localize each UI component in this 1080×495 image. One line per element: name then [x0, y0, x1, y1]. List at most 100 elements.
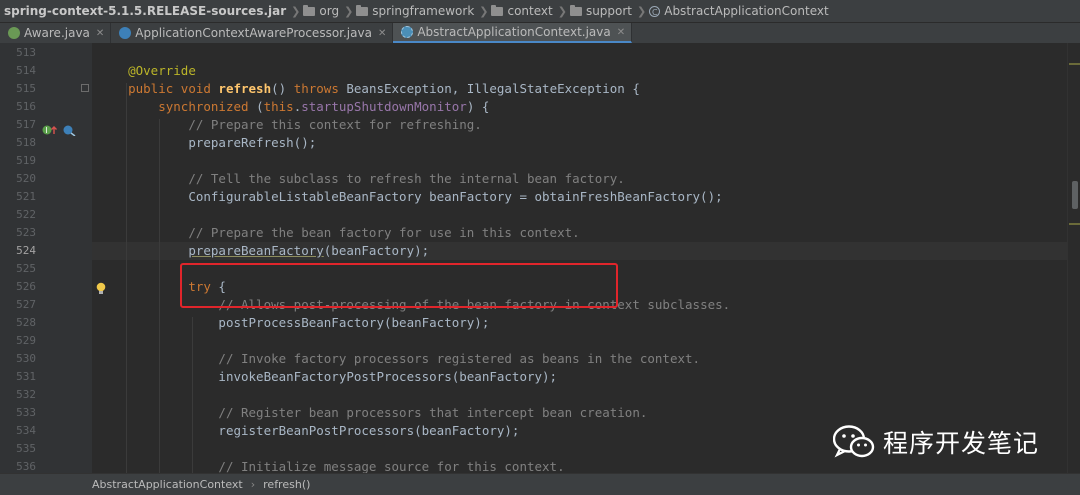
code-line[interactable]: // Prepare the bean factory for use in t…: [92, 224, 580, 242]
overridden-method-icon[interactable]: [62, 124, 76, 136]
breadcrumb-item-jar[interactable]: spring-context-5.1.5.RELEASE-sources.jar: [4, 4, 286, 18]
lightbulb-icon[interactable]: [96, 282, 106, 296]
line-number[interactable]: 526: [0, 278, 36, 296]
code-line[interactable]: invokeBeanFactoryPostProcessors(beanFact…: [92, 368, 557, 386]
line-number[interactable]: 518: [0, 134, 36, 152]
overrides-arrow-icon[interactable]: I: [42, 124, 60, 136]
svg-text:I: I: [45, 126, 47, 135]
code-line[interactable]: [92, 152, 98, 170]
line-number-gutter[interactable]: 513 514 515 516 517 518 519 520 521 522 523 524 525 5…: [0, 43, 92, 473]
code-line[interactable]: synchronized (this.startupShutdownMonito…: [92, 98, 489, 116]
line-number[interactable]: 514: [0, 62, 36, 80]
line-number[interactable]: 533: [0, 404, 36, 422]
status-method-name[interactable]: refresh(): [263, 478, 310, 491]
code-line[interactable]: prepareBeanFactory(beanFactory);: [92, 242, 1067, 260]
code-line[interactable]: [92, 260, 98, 278]
close-icon[interactable]: ✕: [617, 27, 625, 38]
line-number[interactable]: 527: [0, 296, 36, 314]
abstract-class-icon: [401, 26, 414, 38]
breadcrumb-separator-icon: ❯: [637, 4, 647, 18]
tab-applicationcontextawareprocessor-java[interactable]: ApplicationContextAwareProcessor.java ✕: [111, 23, 394, 43]
code-token: startupShutdownMonitor: [301, 99, 467, 114]
code-token: prepareRefresh();: [188, 135, 317, 150]
fold-marker-icon[interactable]: [81, 84, 89, 92]
line-number[interactable]: 528: [0, 314, 36, 332]
code-token: ConfigurableListableBeanFactory beanFact…: [188, 189, 723, 204]
breadcrumb: spring-context-5.1.5.RELEASE-sources.jar…: [0, 0, 1080, 23]
code-line[interactable]: [92, 386, 98, 404]
code-line[interactable]: // Register bean processors that interce…: [92, 404, 647, 422]
breadcrumb-item-support[interactable]: support: [569, 4, 633, 18]
line-number[interactable]: 520: [0, 170, 36, 188]
code-line[interactable]: public void refresh() throws BeansExcept…: [92, 80, 640, 98]
line-number[interactable]: 515: [0, 80, 36, 98]
line-number[interactable]: 522: [0, 206, 36, 224]
breadcrumb-separator-icon: ❯: [479, 4, 489, 18]
breadcrumb-item-org[interactable]: org: [303, 4, 339, 18]
breadcrumb-item-springframework[interactable]: springframework: [356, 4, 474, 18]
code-token: // Initialize message source for this co…: [218, 459, 565, 473]
code-line[interactable]: @Override: [92, 62, 196, 80]
code-line[interactable]: // Invoke factory processors registered …: [92, 350, 700, 368]
code-area[interactable]: @Override public void refresh() throws B…: [92, 43, 1067, 473]
code-line[interactable]: [92, 206, 98, 224]
line-number[interactable]: 513: [0, 44, 36, 62]
folder-icon: [303, 4, 316, 16]
scrollbar-thumb[interactable]: [1072, 181, 1078, 209]
gutter-markers: I: [42, 124, 76, 136]
code-line[interactable]: registerBeanPostProcessors(beanFactory);: [92, 422, 519, 440]
folder-icon: [491, 4, 504, 16]
code-editor[interactable]: 513 514 515 516 517 518 519 520 521 522 523 524 525 5…: [0, 43, 1080, 473]
code-token: (): [271, 81, 294, 96]
line-number[interactable]: 535: [0, 440, 36, 458]
code-token: prepareBeanFactory: [188, 243, 324, 258]
close-icon[interactable]: ✕: [378, 28, 386, 39]
line-number[interactable]: 516: [0, 98, 36, 116]
line-number[interactable]: 531: [0, 368, 36, 386]
line-number[interactable]: 519: [0, 152, 36, 170]
code-token: @Override: [128, 63, 196, 78]
warning-marker[interactable]: [1069, 63, 1080, 65]
breadcrumb-item-class[interactable]: C AbstractApplicationContext: [649, 4, 829, 18]
breadcrumb-item-context[interactable]: context: [491, 4, 553, 18]
tab-label: Aware.java: [24, 26, 90, 40]
close-icon[interactable]: ✕: [96, 28, 104, 39]
code-line[interactable]: postProcessBeanFactory(beanFactory);: [92, 314, 489, 332]
code-line[interactable]: [92, 440, 98, 458]
code-token: refresh: [218, 81, 272, 96]
code-line[interactable]: // Initialize message source for this co…: [92, 458, 565, 473]
code-line[interactable]: ConfigurableListableBeanFactory beanFact…: [92, 188, 723, 206]
indent-guide: [126, 83, 127, 473]
tab-label: AbstractApplicationContext.java: [417, 25, 611, 39]
status-class-name[interactable]: AbstractApplicationContext: [92, 478, 243, 491]
breadcrumb-item-label: org: [319, 4, 340, 18]
line-number[interactable]: 525: [0, 260, 36, 278]
line-number[interactable]: 529: [0, 332, 36, 350]
code-line[interactable]: [92, 44, 98, 62]
breadcrumb-item-label: context: [507, 4, 553, 18]
line-number[interactable]: 532: [0, 386, 36, 404]
line-number[interactable]: 530: [0, 350, 36, 368]
warning-marker[interactable]: [1069, 223, 1080, 225]
watermark-text: 程序开发笔记: [883, 429, 1040, 458]
highlight-annotation-box: [180, 263, 618, 308]
code-token: // Prepare the bean factory for use in t…: [188, 225, 580, 240]
line-number[interactable]: 517: [0, 116, 36, 134]
code-line[interactable]: // Tell the subclass to refresh the inte…: [92, 170, 625, 188]
code-token: // Register bean processors that interce…: [218, 405, 648, 420]
code-line[interactable]: [92, 332, 98, 350]
line-number[interactable]: 534: [0, 422, 36, 440]
interface-icon: [8, 27, 20, 39]
breadcrumb-item-label: support: [585, 4, 633, 18]
indent-guide: [192, 317, 193, 473]
tab-aware-java[interactable]: Aware.java ✕: [0, 23, 112, 43]
line-number[interactable]: 523: [0, 224, 36, 242]
line-number[interactable]: 521: [0, 188, 36, 206]
code-line[interactable]: // Prepare this context for refreshing.: [92, 116, 482, 134]
line-number[interactable]: 524: [0, 242, 36, 260]
tab-abstractapplicationcontext-java[interactable]: AbstractApplicationContext.java ✕: [393, 23, 633, 43]
scrollbar[interactable]: [1067, 43, 1080, 473]
